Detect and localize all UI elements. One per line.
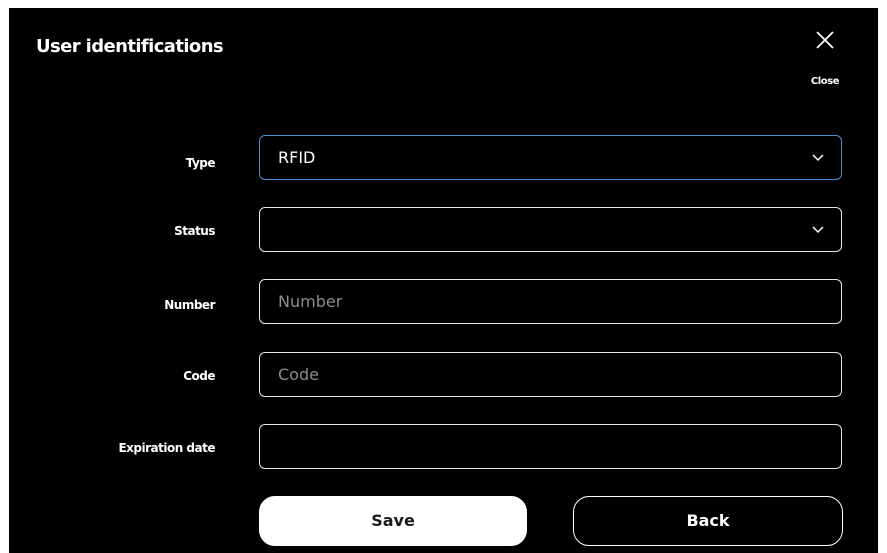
close-icon [816,31,834,49]
expiration-date-field[interactable] [259,424,842,469]
user-identifications-dialog: User identifications Close Type RFID Sta… [9,8,878,553]
status-label: Status [174,224,215,238]
type-select-value: RFID [278,148,316,167]
type-label: Type [185,156,216,170]
close-label: Close [810,76,840,87]
save-button[interactable]: Save [259,496,527,546]
code-placeholder: Code [278,365,319,384]
chevron-down-icon [812,226,824,234]
type-select[interactable]: RFID [259,135,842,180]
code-field[interactable]: Code [259,352,842,397]
back-button[interactable]: Back [573,496,843,546]
code-label: Code [183,369,215,383]
number-field[interactable]: Number [259,279,842,324]
dialog-title: User identifications [36,36,224,57]
chevron-down-icon [812,154,824,162]
expiration-date-label: Expiration date [118,441,215,455]
number-placeholder: Number [278,292,343,311]
number-label: Number [164,298,215,312]
close-button[interactable]: Close [797,26,853,90]
status-select[interactable] [259,207,842,252]
